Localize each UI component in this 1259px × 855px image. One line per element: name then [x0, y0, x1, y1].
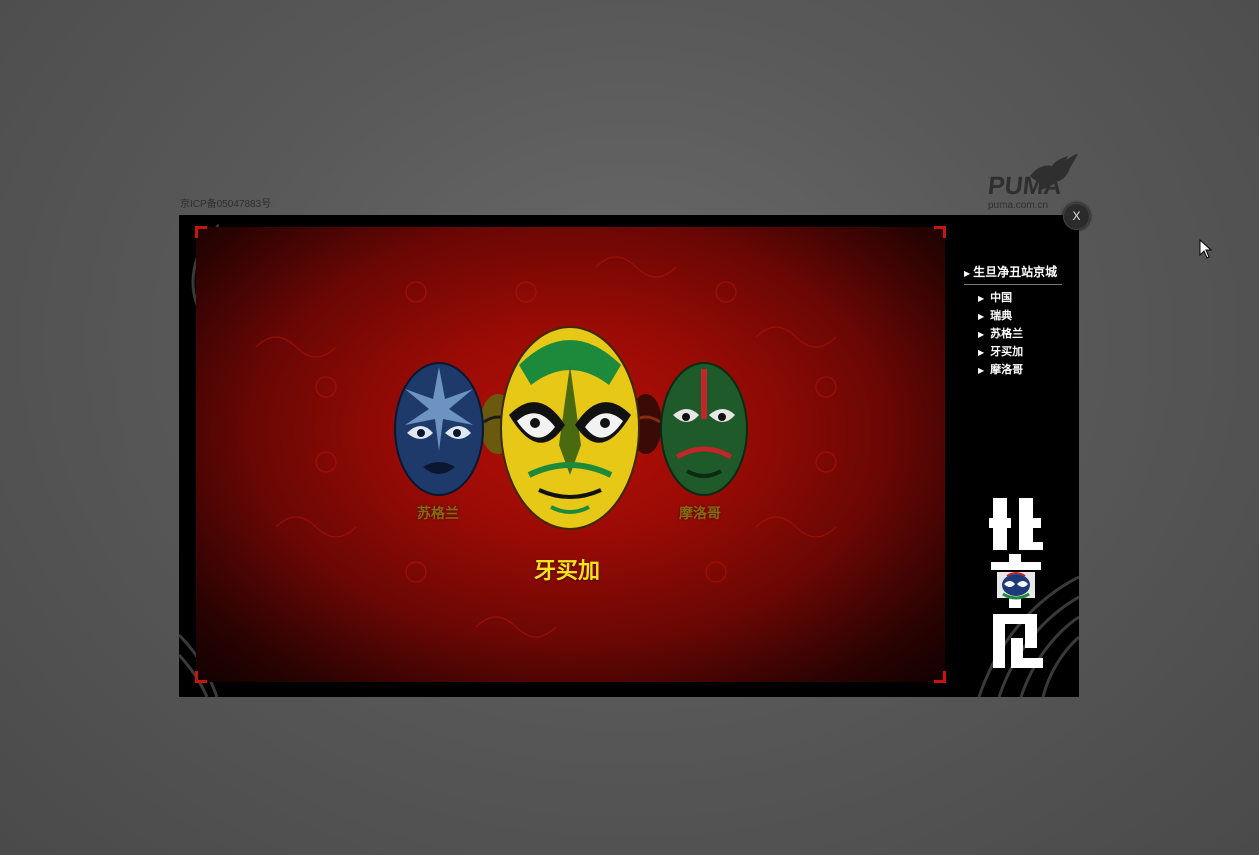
corner-ornament	[934, 671, 946, 683]
triangle-right-icon: ▶	[978, 330, 985, 339]
triangle-right-icon: ▶	[978, 312, 985, 321]
menu-heading-label: 生旦净丑站京城	[973, 265, 1058, 279]
mask-jamaica-icon[interactable]	[499, 325, 641, 531]
triangle-right-icon: ▶	[978, 348, 985, 357]
menu-item-label: 中国	[990, 291, 1013, 304]
mask-label-left: 苏格兰	[417, 506, 459, 522]
mask-carousel[interactable]: 苏格兰 摩洛哥 牙买加	[196, 227, 945, 682]
menu-item-china[interactable]: ▶ 中国	[978, 289, 1023, 307]
beijing-calligraphy-art	[989, 498, 1043, 668]
menu-item-morocco[interactable]: ▶ 摩洛哥	[978, 361, 1023, 379]
mouse-pointer-icon	[1199, 239, 1213, 259]
selected-mask-title: 牙买加	[534, 559, 601, 584]
feature-frame: 苏格兰 摩洛哥 牙买加 ▶ 生旦净丑站京城 ▶ 中国 ▶ 瑞典 ▶ 苏格兰 ▶ …	[179, 215, 1079, 697]
close-button[interactable]: X	[1063, 203, 1090, 230]
menu-item-label: 牙买加	[990, 345, 1024, 358]
icp-license-text: 京ICP备05047883号	[180, 199, 272, 210]
triangle-right-icon: ▶	[978, 294, 985, 303]
country-menu: ▶ 生旦净丑站京城 ▶ 中国 ▶ 瑞典 ▶ 苏格兰 ▶ 牙买加 ▶ 摩洛哥	[964, 215, 1079, 697]
corner-ornament	[934, 226, 946, 238]
menu-item-sweden[interactable]: ▶ 瑞典	[978, 307, 1023, 325]
mask-scotland-icon[interactable]	[393, 359, 485, 499]
menu-item-scotland[interactable]: ▶ 苏格兰	[978, 325, 1023, 343]
triangle-right-icon: ▶	[964, 269, 971, 278]
menu-heading[interactable]: ▶ 生旦净丑站京城	[964, 263, 1062, 285]
corner-ornament	[195, 671, 207, 683]
country-list: ▶ 中国 ▶ 瑞典 ▶ 苏格兰 ▶ 牙买加 ▶ 摩洛哥	[978, 289, 1023, 379]
mask-label-right: 摩洛哥	[679, 506, 721, 522]
menu-item-label: 摩洛哥	[990, 363, 1024, 376]
triangle-right-icon: ▶	[978, 366, 985, 375]
puma-url: puma.com.cn	[988, 200, 1049, 211]
menu-item-label: 苏格兰	[990, 327, 1024, 340]
corner-ornament	[195, 226, 207, 238]
menu-item-jamaica[interactable]: ▶ 牙买加	[978, 343, 1023, 361]
menu-item-label: 瑞典	[990, 309, 1013, 322]
mask-morocco-icon[interactable]	[659, 359, 749, 499]
puma-wordmark: PUMA	[986, 172, 1064, 200]
